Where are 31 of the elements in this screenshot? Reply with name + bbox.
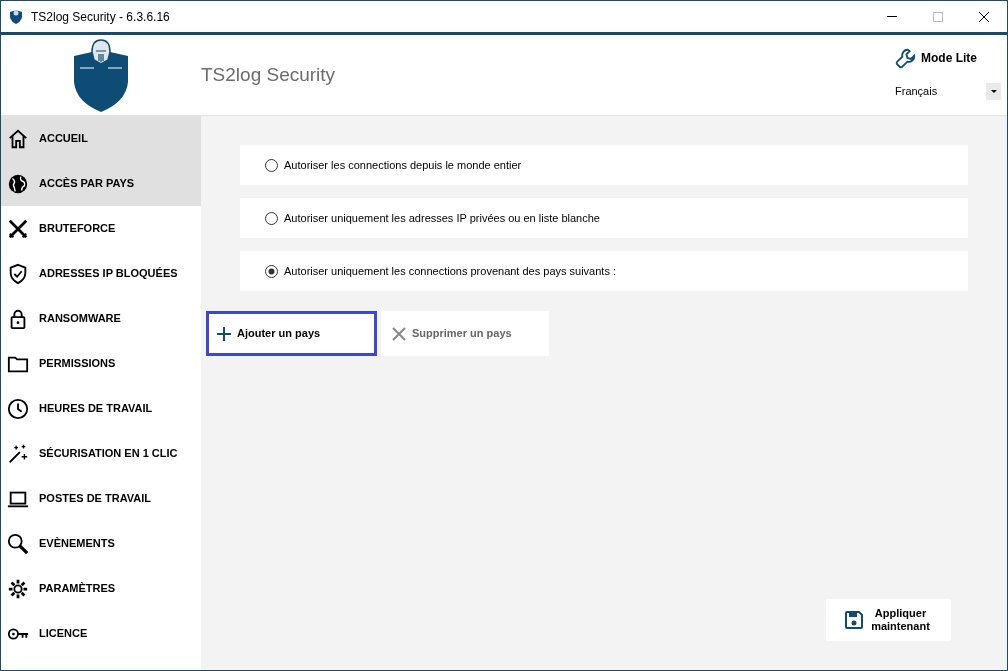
magic-wand-icon [7,442,29,465]
close-icon [392,326,406,341]
radio-option[interactable]: Autoriser les connections depuis le monde entier [240,145,968,185]
settings-icon [7,577,29,600]
app-title: TS2log Security [201,62,336,87]
apply-button[interactable]: Appliquer maintenant [826,599,951,641]
minimize-icon [887,16,897,17]
home-icon [7,127,29,150]
radio-button[interactable] [265,211,278,225]
radio-option[interactable]: Autoriser uniquement les connections provenant des pays suivants : [240,251,968,291]
sidebar-item[interactable]: ACCÈS PAR PAYS [1,161,201,206]
sidebar-item[interactable]: ACCUEIL [1,116,201,161]
clock-icon [7,397,29,420]
globe-icon [7,172,29,195]
radio-option[interactable]: Autoriser uniquement les adresses IP privées ou en liste blanche [240,198,968,238]
radio-button[interactable] [265,264,278,278]
mode-button[interactable]: Mode Lite [895,47,977,69]
search-icon [7,532,29,555]
crossed-swords-icon [7,217,29,240]
radio-button[interactable] [265,158,278,172]
add-country-button[interactable]: Ajouter un pays [206,311,377,356]
shield-icon [9,8,23,25]
maximize-icon [933,11,943,22]
language-dropdown[interactable]: Français [895,83,1001,100]
shield-check-icon [7,262,29,285]
save-icon [844,611,863,629]
dropdown-arrow-icon [990,90,997,93]
wrench-icon [895,47,917,69]
plus-icon [217,326,231,341]
window-title: TS2log Security - 6.3.6.16 [31,8,170,26]
close-icon [979,11,989,22]
